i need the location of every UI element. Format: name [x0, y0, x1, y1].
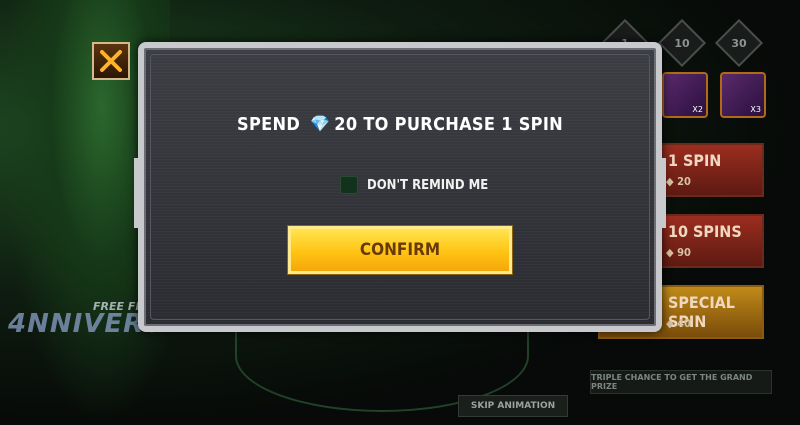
ticket-icon[interactable]: X2	[662, 72, 708, 118]
purchase-message: SPEND 💎 20 TO PURCHASE 1 SPIN	[237, 114, 563, 135]
dont-remind-label: DON'T REMIND ME	[367, 177, 489, 193]
dont-remind-option[interactable]: DON'T REMIND ME	[340, 176, 488, 194]
dialog-left-notch	[134, 158, 142, 228]
skip-animation-button[interactable]: SKIP ANIMATION	[458, 395, 568, 417]
confirm-label: CONFIRM	[359, 240, 441, 260]
dont-remind-checkbox[interactable]	[340, 176, 358, 194]
close-button[interactable]	[92, 42, 130, 80]
spin-10-price: ◆ 90	[666, 246, 691, 259]
item-icon[interactable]: X3	[720, 72, 766, 118]
spin-1-price: ◆ 20	[666, 175, 691, 188]
confirm-button[interactable]: CONFIRM	[288, 226, 512, 274]
triple-chance-banner: TRIPLE CHANCE TO GET THE GRAND PRIZE	[590, 370, 772, 394]
purchase-confirm-dialog: SPEND 💎 20 TO PURCHASE 1 SPIN DON'T REMIN…	[134, 42, 666, 332]
special-spin-price: ◆ 40	[666, 317, 691, 330]
close-icon	[100, 50, 122, 72]
diamond-icon: 💎	[310, 114, 331, 133]
dialog-right-notch	[658, 158, 666, 228]
